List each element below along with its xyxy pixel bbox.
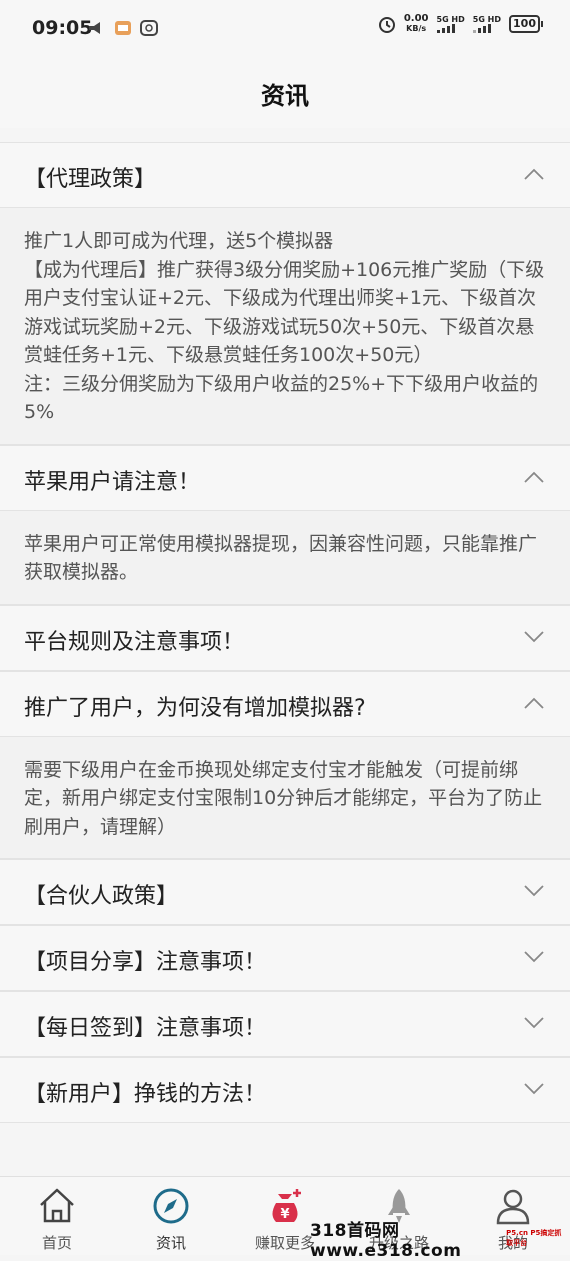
notification-icons	[88, 20, 158, 36]
chevron-up-icon	[524, 168, 544, 180]
chevron-up-icon	[524, 697, 544, 709]
section-title: 【项目分享】注意事项！	[24, 950, 267, 975]
section-title: 平台规则及注意事项！	[24, 629, 245, 655]
section-title: 【合伙人政策】	[24, 884, 179, 909]
section-title: 苹果用户请注意！	[24, 469, 201, 495]
chevron-down-icon	[524, 951, 544, 963]
status-right: 0.00 KB/s 5G HD 5G HD 100	[378, 14, 543, 34]
nav-item-news[interactable]: 资讯	[114, 1177, 228, 1255]
section-header-partner-policy[interactable]: 【合伙人政策】	[0, 859, 570, 925]
chevron-down-icon	[524, 630, 544, 642]
section-header-new-user[interactable]: 【新用户】挣钱的方法！	[0, 1057, 570, 1123]
status-time: 09:05	[32, 17, 93, 39]
sim1-signal: 5G HD	[436, 15, 465, 33]
page-title: 资讯	[261, 81, 309, 110]
section-header-agent-policy[interactable]: 【代理政策】	[0, 142, 570, 208]
section-body-apple-users: 苹果用户可正常使用模拟器提现，因兼容性问题，只能靠推广获取模拟器。	[0, 510, 570, 605]
sim2-label: 5G HD	[472, 15, 502, 24]
page-header: 资讯	[0, 58, 570, 128]
faq-list: 【代理政策】 推广1人即可成为代理，送5个模拟器 【成为代理后】推广获得3级分佣…	[0, 142, 570, 1123]
sim2-signal: 5G HD	[472, 15, 502, 33]
section-body-referral-question: 需要下级用户在金币换现处绑定支付宝才能触发（可提前绑定，新用户绑定支付宝限制10…	[0, 736, 570, 859]
section-body-agent-policy: 推广1人即可成为代理，送5个模拟器 【成为代理后】推广获得3级分佣奖励+106元…	[0, 208, 570, 445]
svg-text:¥: ¥	[280, 1207, 289, 1222]
section-header-project-share[interactable]: 【项目分享】注意事项！	[0, 925, 570, 991]
section-header-daily-checkin[interactable]: 【每日签到】注意事项！	[0, 991, 570, 1057]
sim1-label: 5G HD	[436, 15, 465, 24]
battery-icon: 100	[509, 15, 543, 33]
section-header-apple-users[interactable]: 苹果用户请注意！	[0, 444, 570, 511]
home-icon	[40, 1188, 74, 1223]
body-line: 【成为代理后】推广获得3级分佣奖励+106元推广奖励（下级用户支付宝认证+2元、…	[24, 258, 545, 367]
nav-item-home[interactable]: 首页	[0, 1177, 114, 1255]
section-title: 【代理政策】	[24, 167, 157, 192]
speaker-icon	[89, 22, 100, 34]
watermark: 318首码网 www.e318.com P5.cn P5搞定抓取平台	[310, 1221, 570, 1261]
compass-icon	[153, 1188, 189, 1224]
section-header-platform-rules[interactable]: 平台规则及注意事项！	[0, 604, 570, 671]
section-header-referral-question[interactable]: 推广了用户，为何没有增加模拟器?	[0, 670, 570, 737]
nav-label: 资讯	[155, 1234, 186, 1252]
sync-icon	[140, 20, 158, 36]
body-line: 推广1人即可成为代理，送5个模拟器	[24, 230, 334, 252]
money-bag-icon: ¥	[272, 1189, 301, 1222]
body-line: 苹果用户可正常使用模拟器提现，因兼容性问题，只能靠推广获取模拟器。	[24, 532, 538, 584]
signal-bars-icon	[436, 24, 465, 33]
net-speed-value: 0.00	[403, 13, 429, 24]
chevron-up-icon	[524, 471, 544, 483]
alarm-icon	[378, 17, 395, 33]
body-line: 注：三级分佣奖励为下级用户收益的25%+下下级用户收益的5%	[24, 372, 539, 424]
section-title: 推广了用户，为何没有增加模拟器?	[24, 695, 366, 721]
app-notification-icon	[115, 21, 131, 35]
section-title: 【每日签到】注意事项！	[24, 1016, 267, 1041]
chevron-down-icon	[524, 1017, 544, 1029]
net-speed-unit: KB/s	[406, 24, 427, 33]
status-bar: 09:05 0.00 KB/s 5G HD 5G HD 100	[0, 0, 570, 58]
section-title: 【新用户】挣钱的方法！	[24, 1082, 267, 1107]
body-line: 需要下级用户在金币换现处绑定支付宝才能触发（可提前绑定，新用户绑定支付宝限制10…	[24, 758, 543, 838]
chevron-down-icon	[524, 1083, 544, 1095]
net-speed: 0.00 KB/s	[404, 14, 429, 34]
nav-label: 首页	[41, 1234, 72, 1252]
signal-bars-icon	[472, 24, 501, 33]
watermark-sub: P5.cn P5搞定抓取平台	[506, 1229, 562, 1247]
chevron-down-icon	[524, 885, 544, 897]
